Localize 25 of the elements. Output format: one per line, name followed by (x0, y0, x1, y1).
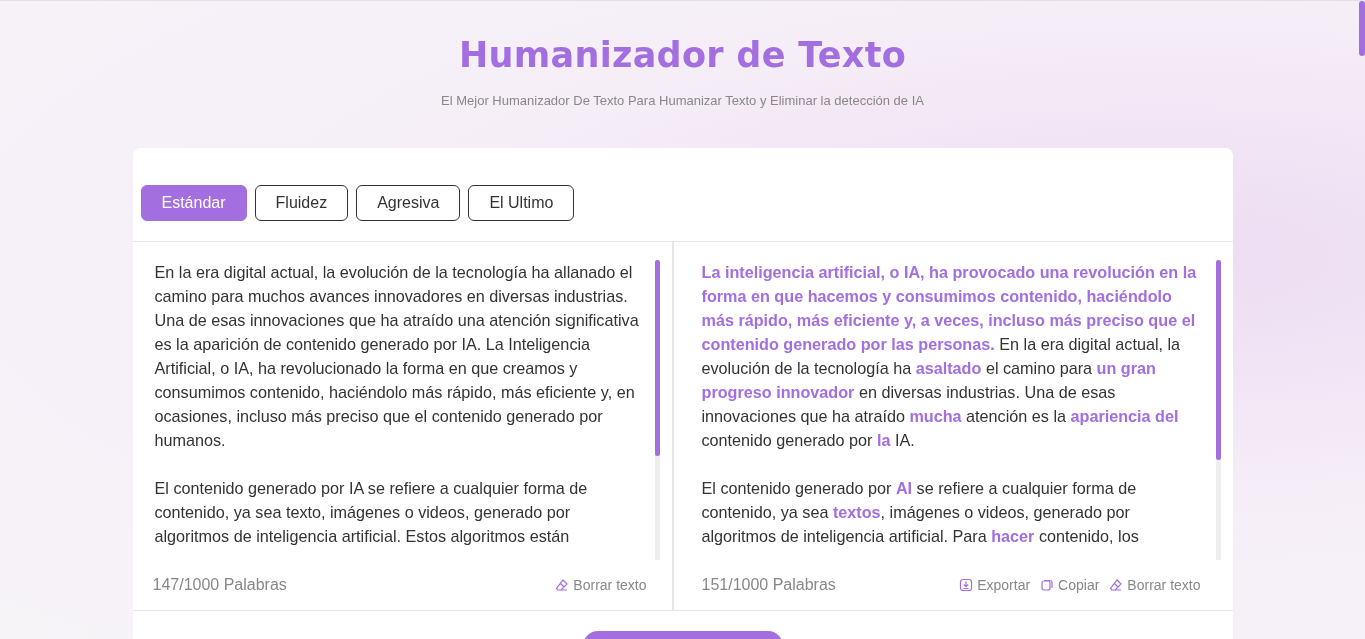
download-icon (959, 578, 974, 592)
mode-tab[interactable]: Agresiva (356, 185, 461, 221)
scrollbar-thumb[interactable] (1215, 260, 1221, 460)
scrollbar-track[interactable] (1215, 260, 1221, 560)
input-text[interactable]: El contenido generado por IA se refiere a cualquier forma de contenido, ya sea texto, imágenes o videos, generado por algoritmos de inteligencia artificial. Estos algoritmos están (154, 476, 645, 548)
output-text: La inteligencia artificial, o IA, ha provocado una revolución en la forma en que hacemos y consumimos contenido, haciéndolo más rápido, más eficiente y, a veces, incluso más preciso que el contenido generado por las personas. En la era digital actual, la evolución de la tecnología ha asaltado el camino para un gran progreso innovador en diversas industrias. Una de esas innovaciones que ha atraído mucha atención es la apariencia del contenido generado por la IA. (701, 262, 1198, 451)
scrollbar-thumb[interactable] (654, 260, 660, 456)
mode-tab[interactable]: El Ultimo (468, 185, 575, 221)
output-text: El contenido generado por AI se refiere a cualquier forma de contenido, ya sea textos, imágenes o videos, generado por algoritmos de inteligencia artificial. Para hacer contenido, los (701, 478, 1140, 547)
scrollbar-track[interactable] (654, 260, 660, 560)
mode-tab[interactable]: Estándar (140, 185, 247, 221)
page-scrollbar-thumb[interactable] (1359, 1, 1365, 56)
mode-tab[interactable]: Fluidez (254, 185, 349, 221)
copy-icon (1040, 578, 1055, 592)
action-link[interactable]: Borrar texto (555, 577, 647, 593)
action-link[interactable]: Exportar (959, 577, 1031, 593)
eraser-icon (1109, 578, 1124, 592)
action-link[interactable]: Borrar texto (1109, 577, 1201, 593)
input-text[interactable]: En la era digital actual, la evolución de la tecnología ha allanado el camino para muchos avances innovadores en diversas industrias. Una de esas innovaciones que ha atraído una atención significativa es la aparición de contenido generado por IA. La Inteligencia Artificial, o IA, ha revolucionado la forma en que creamos y consumimos contenido, haciéndolo más rápido, más eficiente y, en ocasiones, incluso más preciso que el contenido generado por humanos. (154, 260, 645, 452)
page-title: Humanizador de Texto (458, 35, 906, 75)
word-count: 147/1000 Palabras (152, 576, 287, 594)
action-link[interactable]: Copiar (1040, 577, 1100, 593)
page-subtitle: El Mejor Humanizador De Texto Para Humanizar Texto y Eliminar la detección de IA (441, 93, 924, 108)
eraser-icon (555, 578, 570, 592)
word-count: 151/1000 Palabras (701, 576, 836, 594)
